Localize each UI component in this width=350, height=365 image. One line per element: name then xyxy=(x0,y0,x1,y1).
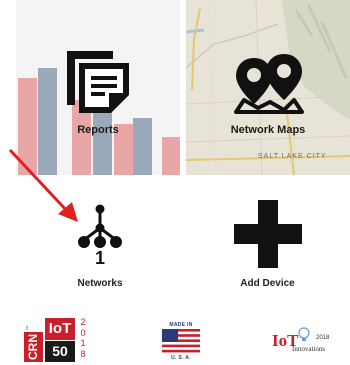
crn-brand: CRN xyxy=(24,332,43,362)
made-in-usa-badge: MADE IN U. S. A. xyxy=(162,322,200,362)
iot-innovations-badge: IoT 2018 Innovations xyxy=(272,327,340,359)
plus-icon xyxy=(234,200,302,268)
map-city-label: SALT LAKE CITY xyxy=(258,153,327,160)
crn-year-digit: 2 xyxy=(80,317,86,327)
usa-line2: U. S. A. xyxy=(171,355,191,361)
bg-bar xyxy=(162,137,180,175)
crn-iot-label: IoT xyxy=(45,318,75,340)
add-device-label: Add Device xyxy=(240,278,295,289)
crn-year: 2 0 1 8 xyxy=(78,317,88,359)
network-count: 1 xyxy=(94,248,105,268)
lightbulb-icon xyxy=(298,327,310,341)
crn-year-digit: 0 xyxy=(80,327,86,338)
us-flag-icon xyxy=(162,329,200,353)
network-maps-tile[interactable]: Network Maps SALT LAKE CITY xyxy=(186,0,350,175)
crn-year-digit: 1 xyxy=(80,338,86,348)
networks-label: Networks xyxy=(77,278,123,289)
crn-rank: 50 xyxy=(45,341,75,362)
report-document-icon xyxy=(67,51,129,113)
crn-year-digit: 8 xyxy=(80,348,86,359)
iot-innovations-year: 2018 xyxy=(316,335,330,341)
usa-line1: MADE IN xyxy=(169,322,193,328)
map-pins-icon xyxy=(234,54,304,114)
iot-innovations-word: Innovations xyxy=(292,345,326,353)
reports-label: Reports xyxy=(77,124,119,136)
networks-button[interactable]: 1 Networks xyxy=(40,196,160,296)
network-maps-label: Network Maps xyxy=(230,124,306,136)
add-device-button[interactable]: Add Device xyxy=(200,196,335,296)
crn-iot50-badge: THE CHANNEL CO. CRN IoT 50 2 0 1 8 xyxy=(18,317,100,362)
